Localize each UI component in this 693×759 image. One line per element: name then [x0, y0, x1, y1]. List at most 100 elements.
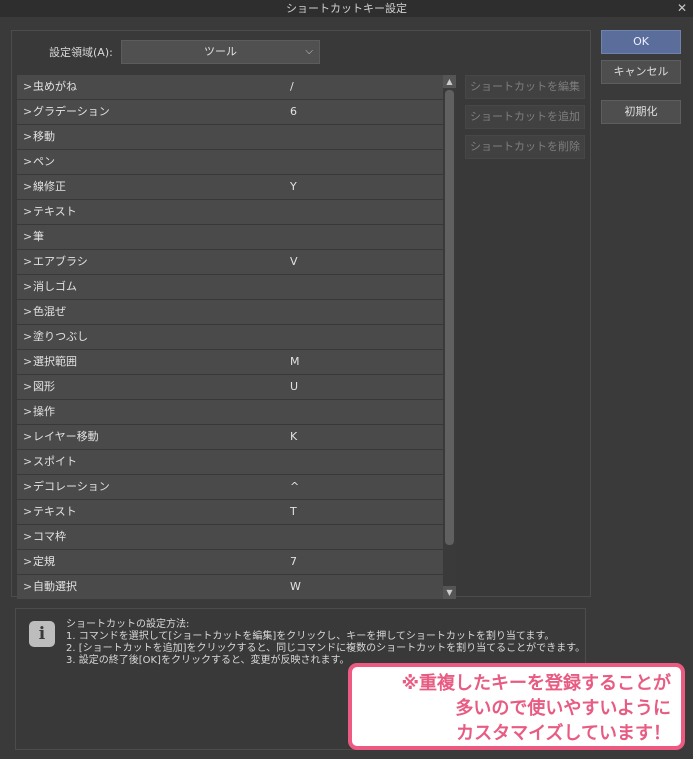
list-item[interactable]: > 選択範囲 M — [17, 350, 443, 375]
command-name: デコレーション — [33, 480, 110, 493]
command-name: グラデーション — [33, 105, 110, 118]
command-name: 自動選択 — [33, 580, 77, 593]
command-name: コマ枠 — [33, 530, 66, 543]
expand-arrow-icon: > — [23, 405, 33, 418]
list-item[interactable]: > グラデーション 6 — [17, 100, 443, 125]
edit-shortcut-button[interactable]: ショートカットを編集 — [465, 75, 585, 99]
list-item[interactable]: > コマ枠 — [17, 525, 443, 550]
list-item[interactable]: > デコレーション ^ — [17, 475, 443, 500]
list-item[interactable]: > 操作 — [17, 400, 443, 425]
command-name: テキスト — [33, 205, 77, 218]
expand-arrow-icon: > — [23, 580, 33, 593]
expand-arrow-icon: > — [23, 105, 33, 118]
command-name: ペン — [33, 155, 55, 168]
expand-arrow-icon: > — [23, 255, 33, 268]
shortcut-key: 6 — [290, 105, 297, 118]
ok-button[interactable]: OK — [601, 30, 681, 54]
chevron-down-icon: ⌵ — [305, 46, 313, 57]
list-item[interactable]: > スポイト — [17, 450, 443, 475]
list-item[interactable]: > 虫めがね / — [17, 75, 443, 100]
window-title: ショートカットキー設定 — [286, 2, 407, 15]
scroll-up-icon[interactable]: ▲ — [443, 75, 456, 88]
info-icon: i — [29, 621, 55, 647]
command-name: 定規 — [33, 555, 55, 568]
command-name: テキスト — [33, 505, 77, 518]
list-item[interactable]: > 線修正 Y — [17, 175, 443, 200]
expand-arrow-icon: > — [23, 180, 33, 193]
list-item[interactable]: > エアブラシ V — [17, 250, 443, 275]
expand-arrow-icon: > — [23, 380, 33, 393]
command-name: 操作 — [33, 405, 55, 418]
cancel-button[interactable]: キャンセル — [601, 60, 681, 84]
expand-arrow-icon: > — [23, 455, 33, 468]
list-item[interactable]: > 自動選択 W — [17, 575, 443, 599]
callout-line: カスタマイズしています！ — [456, 723, 671, 744]
expand-arrow-icon: > — [23, 355, 33, 368]
annotation-callout: ※重複したキーを登録することが 多いので使いやすいように カスタマイズしています… — [348, 663, 685, 750]
expand-arrow-icon: > — [23, 330, 33, 343]
list-item[interactable]: > 消しゴム — [17, 275, 443, 300]
expand-arrow-icon: > — [23, 155, 33, 168]
list-item[interactable]: > 図形 U — [17, 375, 443, 400]
title-bar: ショートカットキー設定 ✕ — [0, 0, 693, 17]
close-icon[interactable]: ✕ — [677, 0, 687, 17]
callout-line: ※重複したキーを登録することが — [401, 673, 672, 694]
list-item[interactable]: > 色混ぜ — [17, 300, 443, 325]
expand-arrow-icon: > — [23, 530, 33, 543]
shortcut-key: / — [290, 80, 294, 93]
command-name: 筆 — [33, 230, 44, 243]
shortcut-key: ^ — [290, 480, 300, 493]
shortcut-key: K — [290, 430, 298, 443]
scroll-thumb[interactable] — [445, 90, 454, 545]
info-line: ショートカットの設定方法: — [66, 619, 190, 630]
command-name: 選択範囲 — [33, 355, 77, 368]
command-name: 消しゴム — [33, 280, 77, 293]
expand-arrow-icon: > — [23, 505, 33, 518]
command-name: レイヤー移動 — [33, 430, 99, 443]
expand-arrow-icon: > — [23, 305, 33, 318]
list-item[interactable]: > レイヤー移動 K — [17, 425, 443, 450]
command-name: 虫めがね — [33, 80, 77, 93]
expand-arrow-icon: > — [23, 555, 33, 568]
expand-arrow-icon: > — [23, 130, 33, 143]
area-selected-value: ツール — [204, 45, 237, 58]
command-list: > 虫めがね / > グラデーション 6 > 移動 > ペン > 線修正 Y > テキスト > 筆 … — [17, 75, 443, 599]
list-item[interactable]: > 塗りつぶし — [17, 325, 443, 350]
shortcut-key: 7 — [290, 555, 297, 568]
info-line: 1. コマンドを選択して[ショートカットを編集]をクリックし、キーを押してショー… — [66, 631, 555, 642]
list-item[interactable]: > 定規 7 — [17, 550, 443, 575]
list-item[interactable]: > テキスト — [17, 200, 443, 225]
shortcut-key: W — [290, 580, 301, 593]
list-item[interactable]: > 筆 — [17, 225, 443, 250]
list-scrollbar[interactable]: ▲ ▼ — [443, 75, 456, 599]
shortcut-key: Y — [290, 180, 297, 193]
list-item[interactable]: > テキスト T — [17, 500, 443, 525]
expand-arrow-icon: > — [23, 205, 33, 218]
expand-arrow-icon: > — [23, 480, 33, 493]
command-name: スポイト — [33, 455, 77, 468]
expand-arrow-icon: > — [23, 430, 33, 443]
list-item[interactable]: > ペン — [17, 150, 443, 175]
command-name: 線修正 — [33, 180, 66, 193]
info-line: 2. [ショートカットを追加]をクリックすると、同じコマンドに複数のショートカッ… — [66, 643, 586, 654]
command-name: エアブラシ — [33, 255, 88, 268]
scroll-down-icon[interactable]: ▼ — [443, 586, 456, 599]
expand-arrow-icon: > — [23, 230, 33, 243]
command-name: 色混ぜ — [33, 305, 66, 318]
command-name: 移動 — [33, 130, 55, 143]
callout-line: 多いので使いやすいように — [455, 698, 671, 719]
shortcut-key: T — [290, 505, 297, 518]
add-shortcut-button[interactable]: ショートカットを追加 — [465, 105, 585, 129]
shortcut-key: M — [290, 355, 300, 368]
delete-shortcut-button[interactable]: ショートカットを削除 — [465, 135, 585, 159]
command-name: 塗りつぶし — [33, 330, 89, 343]
expand-arrow-icon: > — [23, 280, 33, 293]
command-name: 図形 — [33, 380, 55, 393]
shortcut-key: U — [290, 380, 299, 393]
expand-arrow-icon: > — [23, 80, 33, 93]
reset-button[interactable]: 初期化 — [601, 100, 681, 124]
area-label: 設定領域(A): — [49, 46, 113, 59]
info-text: ショートカットの設定方法: 1. コマンドを選択して[ショートカットを編集]をク… — [66, 619, 585, 667]
list-item[interactable]: > 移動 — [17, 125, 443, 150]
area-select[interactable]: ツール ⌵ — [121, 40, 320, 64]
